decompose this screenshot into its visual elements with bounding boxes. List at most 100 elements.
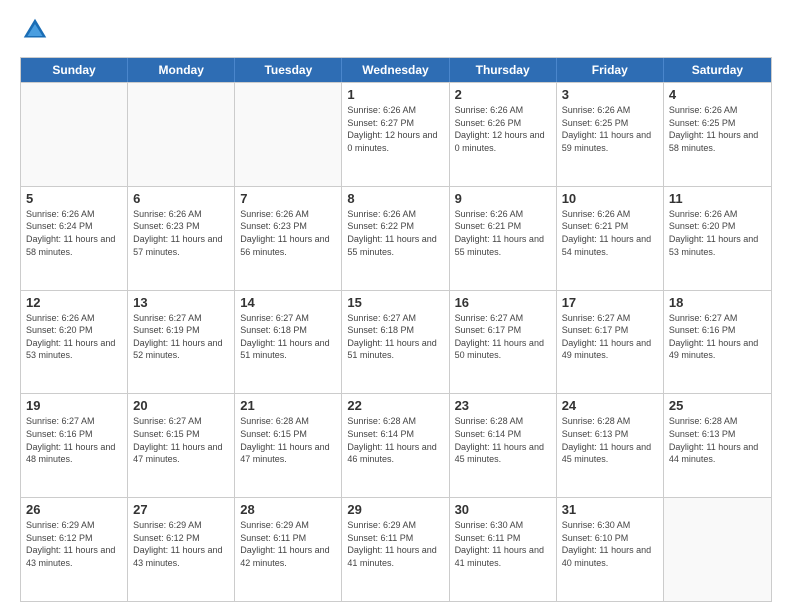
calendar-cell: 17 Sunrise: 6:27 AM Sunset: 6:17 PM Dayli…: [557, 291, 664, 394]
day-number: 15: [347, 295, 443, 310]
day-number: 13: [133, 295, 229, 310]
cell-sun-info: Sunrise: 6:26 AM Sunset: 6:20 PM Dayligh…: [26, 312, 122, 362]
calendar-cell: [128, 83, 235, 186]
calendar-row: 5 Sunrise: 6:26 AM Sunset: 6:24 PM Daylig…: [21, 186, 771, 290]
day-number: 16: [455, 295, 551, 310]
day-number: 8: [347, 191, 443, 206]
day-number: 5: [26, 191, 122, 206]
calendar-cell: 21 Sunrise: 6:28 AM Sunset: 6:15 PM Dayli…: [235, 394, 342, 497]
logo: [20, 15, 54, 45]
calendar-cell: 12 Sunrise: 6:26 AM Sunset: 6:20 PM Dayli…: [21, 291, 128, 394]
weekday-header: Tuesday: [235, 58, 342, 82]
day-number: 3: [562, 87, 658, 102]
calendar-cell: 18Sunrise: 6:27 AM Sunset: 6:16 PM Dayli…: [664, 291, 771, 394]
cell-sun-info: Sunrise: 6:27 AM Sunset: 6:18 PM Dayligh…: [347, 312, 443, 362]
calendar-cell: 26 Sunrise: 6:29 AM Sunset: 6:12 PM Dayli…: [21, 498, 128, 601]
calendar: SundayMondayTuesdayWednesdayThursdayFrid…: [20, 57, 772, 602]
day-number: 24: [562, 398, 658, 413]
cell-sun-info: Sunrise: 6:26 AM Sunset: 6:25 PM Dayligh…: [669, 104, 766, 154]
day-number: 23: [455, 398, 551, 413]
cell-sun-info: Sunrise: 6:28 AM Sunset: 6:15 PM Dayligh…: [240, 415, 336, 465]
calendar-row: 12 Sunrise: 6:26 AM Sunset: 6:20 PM Dayli…: [21, 290, 771, 394]
calendar-cell: [21, 83, 128, 186]
cell-sun-info: Sunrise: 6:27 AM Sunset: 6:18 PM Dayligh…: [240, 312, 336, 362]
calendar-cell: 24Sunrise: 6:28 AM Sunset: 6:13 PM Dayli…: [557, 394, 664, 497]
calendar-cell: 13 Sunrise: 6:27 AM Sunset: 6:19 PM Dayli…: [128, 291, 235, 394]
cell-sun-info: Sunrise: 6:30 AM Sunset: 6:10 PM Dayligh…: [562, 519, 658, 569]
calendar-row: 1 Sunrise: 6:26 AM Sunset: 6:27 PM Daylig…: [21, 82, 771, 186]
cell-sun-info: Sunrise: 6:30 AM Sunset: 6:11 PM Dayligh…: [455, 519, 551, 569]
day-number: 20: [133, 398, 229, 413]
cell-sun-info: Sunrise: 6:27 AM Sunset: 6:17 PM Dayligh…: [562, 312, 658, 362]
cell-sun-info: Sunrise: 6:26 AM Sunset: 6:25 PM Dayligh…: [562, 104, 658, 154]
cell-sun-info: Sunrise: 6:26 AM Sunset: 6:23 PM Dayligh…: [240, 208, 336, 258]
day-number: 10: [562, 191, 658, 206]
calendar-cell: 31 Sunrise: 6:30 AM Sunset: 6:10 PM Dayli…: [557, 498, 664, 601]
cell-sun-info: Sunrise: 6:28 AM Sunset: 6:14 PM Dayligh…: [455, 415, 551, 465]
cell-sun-info: Sunrise: 6:27 AM Sunset: 6:15 PM Dayligh…: [133, 415, 229, 465]
calendar-cell: 1 Sunrise: 6:26 AM Sunset: 6:27 PM Daylig…: [342, 83, 449, 186]
day-number: 30: [455, 502, 551, 517]
calendar-cell: 7Sunrise: 6:26 AM Sunset: 6:23 PM Daylig…: [235, 187, 342, 290]
day-number: 31: [562, 502, 658, 517]
day-number: 21: [240, 398, 336, 413]
cell-sun-info: Sunrise: 6:26 AM Sunset: 6:23 PM Dayligh…: [133, 208, 229, 258]
cell-sun-info: Sunrise: 6:29 AM Sunset: 6:12 PM Dayligh…: [26, 519, 122, 569]
day-number: 28: [240, 502, 336, 517]
calendar-cell: 6 Sunrise: 6:26 AM Sunset: 6:23 PM Daylig…: [128, 187, 235, 290]
cell-sun-info: Sunrise: 6:27 AM Sunset: 6:16 PM Dayligh…: [26, 415, 122, 465]
calendar-cell: [235, 83, 342, 186]
day-number: 27: [133, 502, 229, 517]
calendar-cell: 4 Sunrise: 6:26 AM Sunset: 6:25 PM Daylig…: [664, 83, 771, 186]
calendar-cell: 23 Sunrise: 6:28 AM Sunset: 6:14 PM Dayli…: [450, 394, 557, 497]
day-number: 22: [347, 398, 443, 413]
weekday-header: Wednesday: [342, 58, 449, 82]
calendar-cell: 16Sunrise: 6:27 AM Sunset: 6:17 PM Dayli…: [450, 291, 557, 394]
cell-sun-info: Sunrise: 6:27 AM Sunset: 6:19 PM Dayligh…: [133, 312, 229, 362]
calendar-cell: 15 Sunrise: 6:27 AM Sunset: 6:18 PM Dayli…: [342, 291, 449, 394]
cell-sun-info: Sunrise: 6:26 AM Sunset: 6:24 PM Dayligh…: [26, 208, 122, 258]
calendar-cell: 8 Sunrise: 6:26 AM Sunset: 6:22 PM Daylig…: [342, 187, 449, 290]
day-number: 12: [26, 295, 122, 310]
day-number: 11: [669, 191, 766, 206]
day-number: 14: [240, 295, 336, 310]
cell-sun-info: Sunrise: 6:26 AM Sunset: 6:27 PM Dayligh…: [347, 104, 443, 154]
day-number: 26: [26, 502, 122, 517]
day-number: 2: [455, 87, 551, 102]
day-number: 6: [133, 191, 229, 206]
cell-sun-info: Sunrise: 6:26 AM Sunset: 6:22 PM Dayligh…: [347, 208, 443, 258]
cell-sun-info: Sunrise: 6:28 AM Sunset: 6:13 PM Dayligh…: [669, 415, 766, 465]
day-number: 25: [669, 398, 766, 413]
calendar-cell: 14 Sunrise: 6:27 AM Sunset: 6:18 PM Dayli…: [235, 291, 342, 394]
cell-sun-info: Sunrise: 6:27 AM Sunset: 6:16 PM Dayligh…: [669, 312, 766, 362]
calendar-cell: 10 Sunrise: 6:26 AM Sunset: 6:21 PM Dayli…: [557, 187, 664, 290]
calendar-cell: 3 Sunrise: 6:26 AM Sunset: 6:25 PM Daylig…: [557, 83, 664, 186]
calendar-cell: 27 Sunrise: 6:29 AM Sunset: 6:12 PM Dayli…: [128, 498, 235, 601]
day-number: 4: [669, 87, 766, 102]
calendar-cell: [664, 498, 771, 601]
calendar-cell: 11 Sunrise: 6:26 AM Sunset: 6:20 PM Dayli…: [664, 187, 771, 290]
calendar-header: SundayMondayTuesdayWednesdayThursdayFrid…: [21, 58, 771, 82]
calendar-cell: 22 Sunrise: 6:28 AM Sunset: 6:14 PM Dayli…: [342, 394, 449, 497]
cell-sun-info: Sunrise: 6:26 AM Sunset: 6:20 PM Dayligh…: [669, 208, 766, 258]
day-number: 1: [347, 87, 443, 102]
calendar-cell: 5 Sunrise: 6:26 AM Sunset: 6:24 PM Daylig…: [21, 187, 128, 290]
cell-sun-info: Sunrise: 6:29 AM Sunset: 6:11 PM Dayligh…: [347, 519, 443, 569]
weekday-header: Saturday: [664, 58, 771, 82]
calendar-cell: 19 Sunrise: 6:27 AM Sunset: 6:16 PM Dayli…: [21, 394, 128, 497]
cell-sun-info: Sunrise: 6:28 AM Sunset: 6:14 PM Dayligh…: [347, 415, 443, 465]
day-number: 17: [562, 295, 658, 310]
cell-sun-info: Sunrise: 6:26 AM Sunset: 6:26 PM Dayligh…: [455, 104, 551, 154]
day-number: 19: [26, 398, 122, 413]
cell-sun-info: Sunrise: 6:29 AM Sunset: 6:12 PM Dayligh…: [133, 519, 229, 569]
calendar-cell: 20 Sunrise: 6:27 AM Sunset: 6:15 PM Dayli…: [128, 394, 235, 497]
calendar-row: 26 Sunrise: 6:29 AM Sunset: 6:12 PM Dayli…: [21, 497, 771, 601]
weekday-header: Monday: [128, 58, 235, 82]
cell-sun-info: Sunrise: 6:26 AM Sunset: 6:21 PM Dayligh…: [562, 208, 658, 258]
day-number: 9: [455, 191, 551, 206]
calendar-row: 19 Sunrise: 6:27 AM Sunset: 6:16 PM Dayli…: [21, 393, 771, 497]
calendar-cell: 30 Sunrise: 6:30 AM Sunset: 6:11 PM Dayli…: [450, 498, 557, 601]
cell-sun-info: Sunrise: 6:26 AM Sunset: 6:21 PM Dayligh…: [455, 208, 551, 258]
page-header: [20, 15, 772, 45]
calendar-cell: 9 Sunrise: 6:26 AM Sunset: 6:21 PM Daylig…: [450, 187, 557, 290]
